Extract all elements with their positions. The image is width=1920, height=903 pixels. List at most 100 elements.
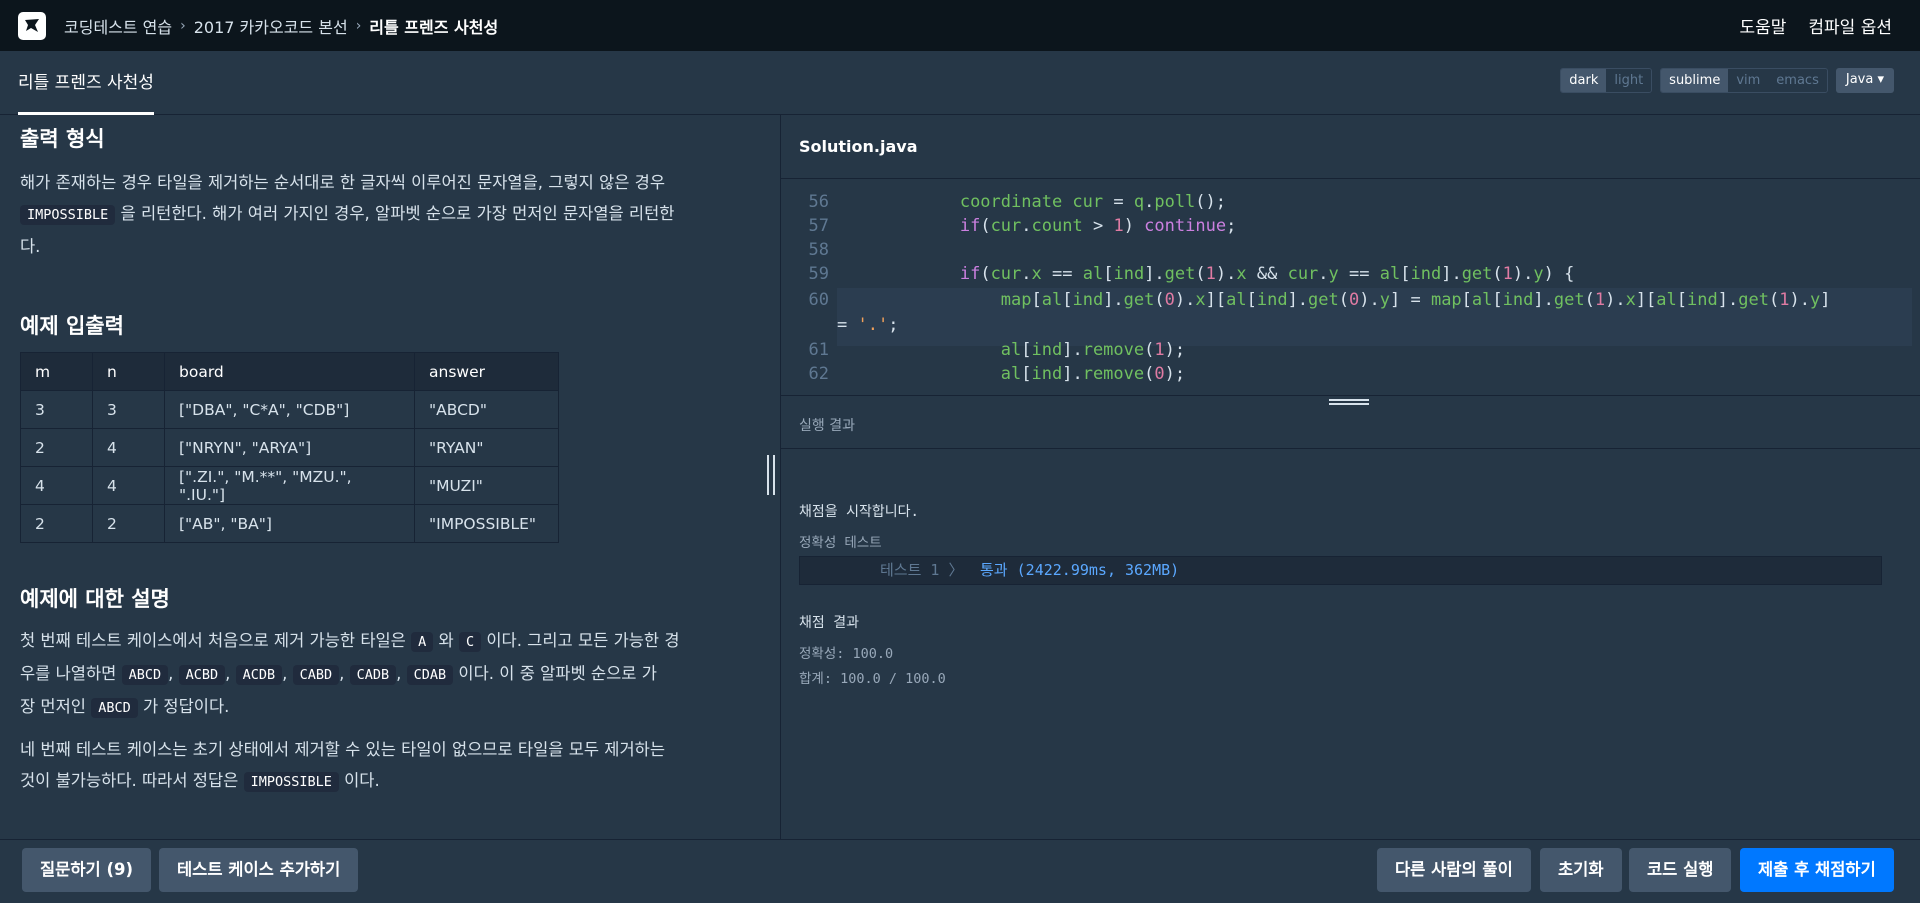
compile-options-link[interactable]: 컴파일 옵션 <box>1808 13 1892 38</box>
accuracy-test-label: 정확성 테스트 <box>799 535 882 551</box>
theme-light-button[interactable]: light <box>1606 69 1652 92</box>
line-number: 60 <box>808 290 829 310</box>
explain-text: 네 번째 테스트 케이스는 초기 상태에서 제거할 수 있는 타일이 없으므로 … <box>20 740 666 759</box>
explain-text: 이다. 이 중 알파벳 순으로 가 <box>458 664 657 683</box>
explain-heading: 예제에 대한 설명 <box>20 587 170 611</box>
top-nav: 코딩테스트 연습 › 2017 카카오코드 본선 › 리틀 프렌즈 사천성 도움… <box>0 0 1920 51</box>
programmers-logo-icon[interactable] <box>18 11 46 40</box>
table-cell: 2 <box>20 428 93 467</box>
code-line: al[ind].remove(1); <box>1000 340 1186 360</box>
run-code-button[interactable]: 코드 실행 <box>1629 848 1732 892</box>
line-number: 62 <box>808 364 829 384</box>
example-heading: 예제 입출력 <box>20 314 124 338</box>
explain-text: 첫 번째 테스트 케이스에서 처음으로 제거 가능한 타일은 <box>20 631 406 650</box>
output-heading: 출력 형식 <box>20 127 105 151</box>
output-text-2: 을 리턴한다. 해가 여러 가지인 경우, 알파벳 순으로 가장 먼저인 문자열… <box>120 204 675 223</box>
result-output: 채점을 시작합니다. 정확성 테스트 테스트 1 〉 통과 (2422.99ms… <box>781 449 1920 839</box>
table-cell: 3 <box>20 390 93 429</box>
table-header: n <box>92 352 165 391</box>
pane-resize-handle[interactable] <box>767 455 777 495</box>
grading-summary-heading: 채점 결과 <box>799 615 859 631</box>
line-number: 61 <box>808 340 829 360</box>
file-tab-solution[interactable]: Solution.java <box>799 115 918 179</box>
explain-paragraph-1: 첫 번째 테스트 케이스에서 처음으로 제거 가능한 타일은 A 와 C 이다.… <box>20 631 680 718</box>
total-score: 합계: 100.0 / 100.0 <box>799 671 946 687</box>
test-name: 테스트 1 〉 <box>880 561 964 579</box>
code-line: if(cur.x == al[ind].get(1).x && cur.y ==… <box>959 264 1575 284</box>
code-line: coordinate cur = q.poll(); <box>959 192 1227 212</box>
code-perm: ABCD <box>121 665 169 685</box>
problem-title-tab[interactable]: 리틀 프렌즈 사천성 <box>18 51 154 115</box>
table-header: answer <box>414 352 559 391</box>
output-text-1: 해가 존재하는 경우 타일을 제거하는 순서대로 한 글자씩 이루어진 문자열을… <box>20 173 666 192</box>
breadcrumb-coding-test[interactable]: 코딩테스트 연습 <box>64 14 172 38</box>
breadcrumb: 코딩테스트 연습 › 2017 카카오코드 본선 › 리틀 프렌즈 사천성 <box>64 14 498 38</box>
line-number: 58 <box>808 240 829 260</box>
action-bar: 질문하기 (9) 테스트 케이스 추가하기 다른 사람의 풀이 초기화 코드 실… <box>0 839 1920 903</box>
table-cell: [".ZI.", "M.**", "MZU.", ".IU."] <box>164 466 415 505</box>
code-line: map[al[ind].get(0).x][al[ind].get(0).y] … <box>1000 290 1831 310</box>
example-table: m n board answer 3 3 ["DBA", "C*A", "CDB… <box>20 352 559 543</box>
explain-paragraph-2: 네 번째 테스트 케이스는 초기 상태에서 제거할 수 있는 타일이 없으므로 … <box>20 734 750 798</box>
others-solutions-button[interactable]: 다른 사람의 풀이 <box>1377 848 1531 892</box>
explain-text: 가 정답이다. <box>142 697 230 716</box>
result-header: 실행 결과 <box>781 407 1920 449</box>
line-number: 56 <box>808 192 829 212</box>
explain-text: 것이 불가능하다. 따라서 정답은 <box>20 771 239 790</box>
table-cell: ["NRYN", "ARYA"] <box>164 428 415 467</box>
keymap-vim-button[interactable]: vim <box>1728 69 1769 92</box>
code-answer: ABCD <box>91 698 138 718</box>
explain-text: 우를 나열하면 <box>20 664 117 683</box>
table-row: 4 4 [".ZI.", "M.**", "MZU.", ".IU."] "MU… <box>20 466 559 505</box>
breadcrumb-kakao-code[interactable]: 2017 카카오코드 본선 <box>194 14 348 38</box>
code-line: al[ind].remove(0); <box>1000 364 1186 384</box>
table-cell: "MUZI" <box>414 466 559 505</box>
test-result-row: 테스트 1 〉 통과 (2422.99ms, 362MB) <box>799 556 1882 585</box>
help-link[interactable]: 도움말 <box>1739 13 1786 38</box>
code-perm: ACDB <box>235 665 283 685</box>
code-editor[interactable]: 56 57 58 59 60 61 62 coordinate cur = q.… <box>781 180 1920 395</box>
table-cell: 4 <box>92 466 165 505</box>
table-cell: 4 <box>20 466 93 505</box>
table-header: m <box>20 352 93 391</box>
table-cell: ["DBA", "C*A", "CDB"] <box>164 390 415 429</box>
table-cell: "RYAN" <box>414 428 559 467</box>
line-number: 57 <box>808 216 829 236</box>
code-perm: ACBD <box>178 665 226 685</box>
code-line: = '.'; <box>837 315 899 335</box>
keymap-sublime-button[interactable]: sublime <box>1661 69 1729 92</box>
theme-dark-button[interactable]: dark <box>1561 69 1607 92</box>
code-perm: CABD <box>292 665 340 685</box>
code-a: A <box>411 632 434 652</box>
language-select[interactable]: Java ▾ <box>1835 68 1894 93</box>
table-header: board <box>164 352 415 391</box>
table-cell: 2 <box>20 504 93 543</box>
problem-description[interactable]: 출력 형식 해가 존재하는 경우 타일을 제거하는 순서대로 한 글자씩 이루어… <box>0 115 770 839</box>
code-line: if(cur.count > 1) continue; <box>959 216 1237 236</box>
chevron-right-icon: › <box>355 17 362 34</box>
reset-button[interactable]: 초기화 <box>1540 848 1622 892</box>
add-testcase-button[interactable]: 테스트 케이스 추가하기 <box>159 848 359 892</box>
ask-question-button[interactable]: 질문하기 (9) <box>22 848 152 892</box>
submit-button[interactable]: 제출 후 채점하기 <box>1740 848 1894 892</box>
table-row: 3 3 ["DBA", "C*A", "CDB"] "ABCD" <box>20 390 559 429</box>
code-c: C <box>458 632 482 652</box>
table-cell: 2 <box>92 504 165 543</box>
result-heading: 실행 결과 <box>799 418 855 434</box>
output-text-3: 다. <box>20 237 41 256</box>
table-cell: "IMPOSSIBLE" <box>414 504 559 543</box>
caret-down-icon: ▾ <box>1877 72 1884 87</box>
chevron-right-icon: › <box>180 17 186 34</box>
keymap-emacs-button[interactable]: emacs <box>1768 69 1827 92</box>
test-status: 통과 (2422.99ms, 362MB) <box>980 561 1180 579</box>
grading-start: 채점을 시작합니다. <box>799 504 919 520</box>
breadcrumb-current: 리틀 프렌즈 사천성 <box>369 17 499 37</box>
editor-result-resize-handle[interactable] <box>781 395 1920 407</box>
accuracy-score: 정확성: 100.0 <box>799 646 894 662</box>
table-cell: 4 <box>92 428 165 467</box>
code-perm: CDAB <box>406 665 454 685</box>
table-row: 2 2 ["AB", "BA"] "IMPOSSIBLE" <box>20 504 559 543</box>
explain-text: 이다. <box>344 771 380 790</box>
problem-title-bar: 리틀 프렌즈 사천성 dark light sublime vim emacs … <box>0 51 1920 115</box>
explain-text: 와 <box>438 631 454 650</box>
